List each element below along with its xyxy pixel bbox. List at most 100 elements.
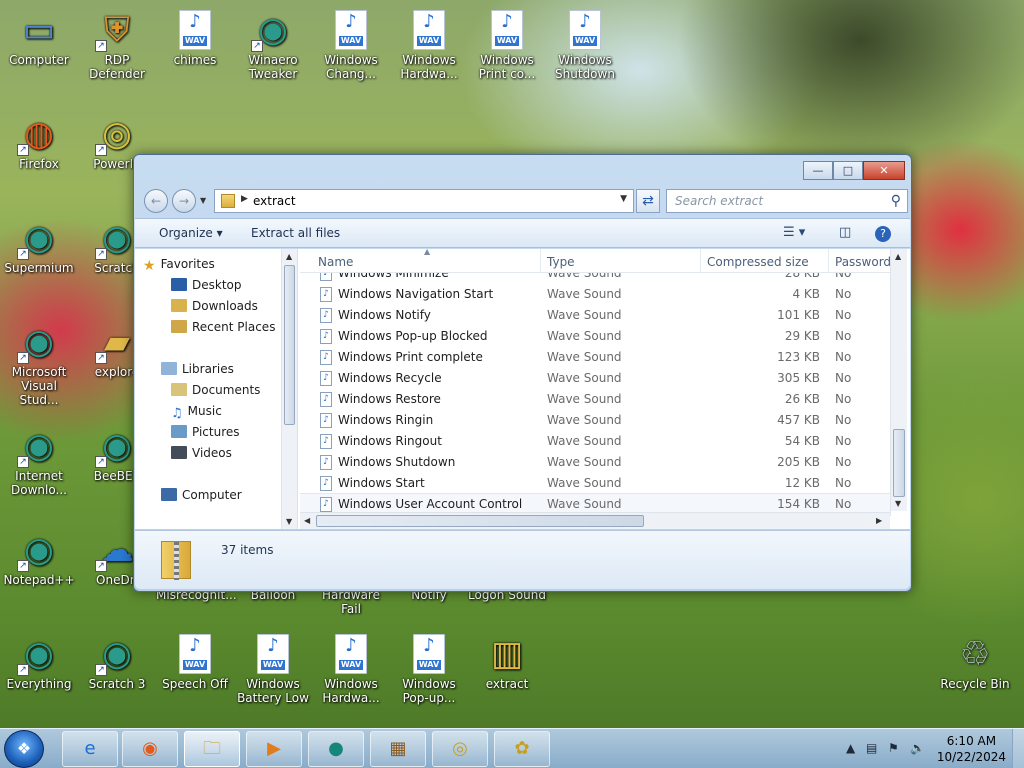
column-password[interactable]: Password xyxy=(835,255,891,269)
taskbar-internet-explorer-icon[interactable]: e xyxy=(62,731,118,767)
file-row[interactable]: ♪ Windows Shutdown Wave Sound 205 KB No xyxy=(300,452,890,473)
nav-music[interactable]: ♫ Music xyxy=(171,404,222,421)
desktop-icon-wav[interactable]: ♪ WAV Windows Shutdown xyxy=(546,10,624,81)
horizontal-scroll-thumb[interactable] xyxy=(316,515,644,527)
breadcrumb[interactable]: extract xyxy=(253,194,296,208)
back-button[interactable]: ← xyxy=(144,189,168,213)
scroll-up-icon[interactable]: ▲ xyxy=(895,252,901,261)
desktop-icon-wav[interactable]: ♪ WAV Windows Pop-up... xyxy=(390,634,468,705)
maximize-button[interactable]: □ xyxy=(833,161,863,180)
desktop-icon-wav[interactable]: ♪ WAV Windows Battery Low xyxy=(234,634,312,705)
column-type[interactable]: Type xyxy=(547,255,575,269)
nav-libraries[interactable]: Libraries xyxy=(161,362,234,376)
nav-videos[interactable]: Videos xyxy=(171,446,232,460)
desktop-icon-wav[interactable]: ♪ WAV Windows Hardwa... xyxy=(312,634,390,705)
file-list-horizontal-scrollbar[interactable]: ◀ ▶ xyxy=(300,512,890,529)
file-row[interactable]: ♪ Windows Ringout Wave Sound 54 KB No xyxy=(300,431,890,452)
desktop-icon-zip[interactable]: ▥ extract xyxy=(468,634,546,691)
taskbar-bee-icon[interactable]: ✿ xyxy=(494,731,550,767)
desktop-icon-bin[interactable]: ♲ Recycle Bin xyxy=(936,634,1014,691)
view-options-icon[interactable]: ☰ ▾ xyxy=(783,225,805,240)
desktop-icon-wav[interactable]: ♪ WAV Windows Chang... xyxy=(312,10,390,81)
desktop-icon-wav[interactable]: ♪ WAV Windows Hardwa... xyxy=(390,10,468,81)
organize-button[interactable]: Organize ▾ xyxy=(159,226,223,240)
taskbar-control-panel-icon[interactable]: ▦ xyxy=(370,731,426,767)
vertical-scroll-thumb[interactable] xyxy=(893,429,905,497)
desktop-icon-app[interactable]: ◉ ↗ Scratch 3 xyxy=(78,634,156,691)
desktop-icon-wav[interactable]: ♪ WAV chimes xyxy=(156,10,234,67)
desktop-icon-wav[interactable]: ♪ WAV Speech Off xyxy=(156,634,234,691)
desktop-icon-shield[interactable]: ⛨ ↗ RDP Defender xyxy=(78,10,156,81)
nav-pictures[interactable]: Pictures xyxy=(171,425,240,439)
scroll-right-icon[interactable]: ▶ xyxy=(876,516,882,525)
taskbar-firefox-icon[interactable]: ◉ xyxy=(122,731,178,767)
nav-documents[interactable]: Documents xyxy=(171,383,260,397)
file-name: Windows Pop-up Blocked xyxy=(338,329,488,343)
start-button[interactable]: ❖ xyxy=(4,730,44,768)
desktop-icon-app[interactable]: ◉ ↗ Microsoft Visual Stud... xyxy=(0,322,78,407)
nav-scrollbar[interactable]: ▲ ▼ xyxy=(281,249,297,529)
show-hidden-icons-icon[interactable]: ▲ xyxy=(846,741,855,755)
close-button[interactable]: ✕ xyxy=(863,161,905,180)
search-input[interactable]: Search extract ⚲ xyxy=(666,189,908,213)
column-compressed-size[interactable]: Compressed size xyxy=(707,255,809,269)
shortcut-arrow-icon: ↗ xyxy=(95,248,107,260)
column-divider[interactable] xyxy=(540,249,541,273)
desktop-icon-app[interactable]: ◉ ↗ Internet Downlo... xyxy=(0,426,78,497)
file-row[interactable]: ♪ Windows Print complete Wave Sound 123 KB N… xyxy=(300,347,890,368)
nav-downloads[interactable]: Downloads xyxy=(171,299,258,313)
refresh-button[interactable]: ⇄ xyxy=(636,189,660,213)
scroll-left-icon[interactable]: ◀ xyxy=(304,516,310,525)
preview-pane-icon[interactable]: ◫ xyxy=(839,225,851,240)
desktop-icon-wav[interactable]: ♪ WAV Windows Print co... xyxy=(468,10,546,81)
file-row[interactable]: ♪ Windows Start Wave Sound 12 KB No xyxy=(300,473,890,494)
scroll-down-icon[interactable]: ▼ xyxy=(286,517,292,526)
volume-muted-icon[interactable]: 🔈 xyxy=(910,741,925,755)
column-divider[interactable] xyxy=(828,249,829,273)
nav-favorites[interactable]: ★ Favorites xyxy=(143,257,215,274)
taskbar-explorer-icon[interactable]: 🗀 xyxy=(184,731,240,767)
taskbar-disc-icon[interactable]: ◎ xyxy=(432,731,488,767)
file-row[interactable]: ♪ Windows Navigation Start Wave Sound 4 KB N… xyxy=(300,284,890,305)
nav-recent-places[interactable]: Recent Places xyxy=(171,320,275,334)
desktop-icon-firefox[interactable]: ◍ ↗ Firefox xyxy=(0,114,78,171)
scroll-up-icon[interactable]: ▲ xyxy=(286,252,292,261)
file-row[interactable]: ♪ Windows Recycle Wave Sound 305 KB No xyxy=(300,368,890,389)
file-list-vertical-scrollbar[interactable]: ▲ ▼ xyxy=(890,249,907,511)
minimize-button[interactable]: — xyxy=(803,161,833,180)
show-desktop-button[interactable] xyxy=(1012,729,1024,768)
desktop-icon-app[interactable]: ◉ ↗ Supermium xyxy=(0,218,78,275)
nav-desktop[interactable]: Desktop xyxy=(171,278,242,292)
recent-pages-icon[interactable]: ▼ xyxy=(200,196,206,205)
extract-all-button[interactable]: Extract all files xyxy=(251,226,340,240)
address-bar[interactable]: ▶ extract ▼ xyxy=(214,189,634,213)
desktop-icon-app[interactable]: ◉ ↗ Everything xyxy=(0,634,78,691)
file-name: Windows Start xyxy=(338,476,425,490)
action-center-flag-icon[interactable]: ⚑ xyxy=(888,741,899,755)
file-row[interactable]: ♪ Windows Ringin Wave Sound 457 KB No xyxy=(300,410,890,431)
forward-button[interactable]: → xyxy=(172,189,196,213)
file-row[interactable]: ♪ Windows Notify Wave Sound 101 KB No xyxy=(300,305,890,326)
scroll-down-icon[interactable]: ▼ xyxy=(895,499,901,508)
taskbar-supermium-icon[interactable]: ● xyxy=(308,731,364,767)
clock[interactable]: 6:10 AM 10/22/2024 xyxy=(937,733,1006,765)
nav-computer[interactable]: Computer xyxy=(161,488,242,502)
help-icon[interactable]: ? xyxy=(875,226,891,242)
column-name[interactable]: Name xyxy=(318,255,353,269)
wave-sound-file-icon: ♪ xyxy=(320,434,332,449)
file-name: Windows Recycle xyxy=(338,371,442,385)
nav-label: Libraries xyxy=(182,362,234,376)
column-divider[interactable] xyxy=(700,249,701,273)
file-password: No xyxy=(835,497,852,511)
breadcrumb-arrow-icon[interactable]: ▶ xyxy=(241,194,248,204)
desktop-icon-app[interactable]: ◉ ↗ Notepad++ xyxy=(0,530,78,587)
address-dropdown-icon[interactable]: ▼ xyxy=(620,194,627,204)
taskbar-media-player-icon[interactable]: ▶ xyxy=(246,731,302,767)
search-icon[interactable]: ⚲ xyxy=(891,193,901,209)
network-icon[interactable]: ▤ xyxy=(866,741,877,755)
file-row[interactable]: ♪ Windows Pop-up Blocked Wave Sound 29 KB No xyxy=(300,326,890,347)
nav-scroll-thumb[interactable] xyxy=(284,265,295,425)
desktop-icon-app[interactable]: ◉ ↗ Winaero Tweaker xyxy=(234,10,312,81)
file-row[interactable]: ♪ Windows Restore Wave Sound 26 KB No xyxy=(300,389,890,410)
desktop-icon-computer[interactable]: ▭ Computer xyxy=(0,10,78,67)
